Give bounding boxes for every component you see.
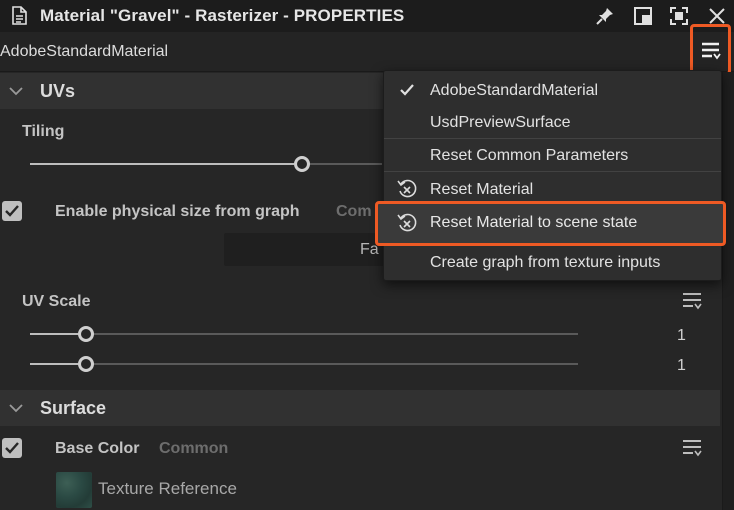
uv-scale-v-value[interactable]: 1 — [677, 357, 686, 375]
menu-item-label: Reset Material to scene state — [430, 214, 638, 231]
physical-size-field[interactable]: Fa — [224, 233, 384, 266]
material-menu-dropdown: AdobeStandardMaterial UsdPreviewSurface … — [375, 70, 726, 281]
chevron-down-icon — [9, 87, 23, 96]
menu-item-label: UsdPreviewSurface — [430, 114, 571, 131]
check-icon — [400, 84, 414, 96]
document-icon — [12, 6, 27, 25]
scrollbar[interactable] — [722, 72, 734, 510]
pin-icon[interactable] — [594, 5, 616, 27]
physical-size-checkbox[interactable] — [2, 201, 22, 221]
section-header-surface[interactable]: Surface — [0, 390, 720, 426]
check-icon — [5, 205, 19, 217]
menu-item-label: Reset Common Parameters — [430, 147, 629, 164]
uv-scale-v-knob[interactable] — [78, 356, 94, 372]
menu-item-reset-common-parameters[interactable]: Reset Common Parameters — [384, 139, 721, 171]
physical-size-label: Enable physical size from graph — [55, 203, 300, 220]
menu-item-adobe-standard-material[interactable]: AdobeStandardMaterial — [384, 74, 721, 106]
menu-item-usd-preview-surface[interactable]: UsdPreviewSurface — [384, 106, 721, 138]
material-menu-button[interactable] — [690, 24, 731, 75]
texture-reference-label: Texture Reference — [98, 479, 237, 498]
hamburger-menu-icon — [702, 42, 721, 60]
menu-item-create-graph-from-texture-inputs[interactable]: Create graph from texture inputs — [384, 246, 721, 278]
chevron-down-icon — [9, 404, 23, 413]
maximize-icon[interactable] — [668, 5, 690, 27]
check-icon — [5, 442, 19, 454]
uv-scale-v-fill — [30, 363, 78, 365]
section-label-uvs: UVs — [40, 81, 76, 101]
uv-scale-menu-icon[interactable] — [682, 290, 702, 310]
uv-scale-u-value[interactable]: 1 — [677, 327, 686, 345]
reset-icon — [397, 213, 417, 232]
uv-scale-u-track[interactable] — [30, 333, 578, 335]
window-title: Material "Gravel" - Rasterizer - PROPERT… — [40, 6, 405, 25]
uv-scale-v-track[interactable] — [30, 363, 578, 365]
reset-icon — [397, 179, 417, 198]
menu-item-label: Create graph from texture inputs — [430, 254, 661, 271]
window-titlebar: Material "Gravel" - Rasterizer - PROPERT… — [0, 0, 734, 32]
dock-icon[interactable] — [632, 5, 654, 27]
uv-scale-label: UV Scale — [22, 293, 91, 310]
menu-item-reset-material-to-scene-state[interactable]: Reset Material to scene state — [375, 201, 726, 246]
base-color-checkbox[interactable] — [2, 438, 22, 458]
texture-thumbnail[interactable] — [56, 472, 92, 508]
menu-item-label: Reset Material — [430, 181, 534, 198]
tiling-label: Tiling — [22, 123, 65, 140]
tiling-slider-knob[interactable] — [294, 156, 310, 172]
material-type-bar: AdobeStandardMaterial — [0, 32, 734, 72]
base-color-menu-icon[interactable] — [682, 437, 702, 457]
base-color-tag: Common — [159, 440, 229, 457]
material-type-name: AdobeStandardMaterial — [0, 43, 169, 60]
physical-size-tag: Com — [336, 203, 372, 220]
menu-item-label: AdobeStandardMaterial — [430, 82, 599, 99]
uv-scale-u-fill — [30, 333, 78, 335]
base-color-label: Base Color — [55, 440, 140, 457]
tiling-slider-fill — [30, 163, 294, 165]
menu-separator — [384, 171, 721, 172]
section-label-surface: Surface — [40, 398, 107, 418]
uv-scale-u-knob[interactable] — [78, 326, 94, 342]
